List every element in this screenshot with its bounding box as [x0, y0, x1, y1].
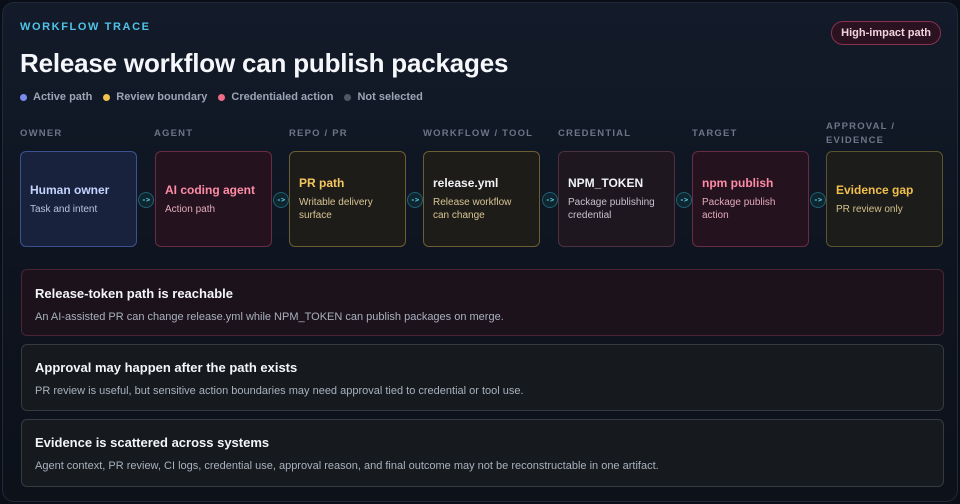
legend-item-credentialed: Credentialed action [218, 91, 333, 103]
finding-card-approval[interactable]: Approval may happen after the path exist… [21, 344, 944, 411]
legend-label: Not selected [357, 91, 423, 103]
flow-arrow-icon: -> [273, 192, 289, 208]
node-title: release.yml [433, 176, 499, 190]
legend: Active path Review boundary Credentialed… [20, 91, 423, 103]
column-header-repo-pr: REPO / PR [289, 128, 348, 139]
flow-arrow-icon: -> [810, 192, 826, 208]
finding-body: An AI-assisted PR can change release.yml… [35, 311, 504, 323]
workflow-trace-panel: WORKFLOW TRACE High-impact path Release … [2, 2, 958, 502]
column-header-credential: CREDENTIAL [558, 128, 632, 139]
node-title: PR path [299, 176, 345, 190]
node-subtitle: Package publish action [702, 197, 776, 221]
finding-card-evidence[interactable]: Evidence is scattered across systems Age… [21, 419, 944, 487]
finding-title: Evidence is scattered across systems [35, 435, 270, 450]
finding-title: Approval may happen after the path exist… [35, 360, 298, 375]
node-title: Human owner [30, 182, 110, 197]
node-title: npm publish [702, 176, 774, 190]
node-pr-path[interactable]: PR path Writable delivery surface [289, 151, 406, 247]
column-header-agent: AGENT [154, 128, 194, 139]
node-human-owner[interactable]: Human owner Task and intent [20, 151, 137, 247]
column-header-target: TARGET [692, 128, 738, 139]
node-subtitle: PR review only [836, 203, 903, 215]
node-title: AI coding agent [165, 182, 255, 197]
node-subtitle: Action path [165, 203, 216, 215]
node-subtitle: Package publishing credential [568, 197, 655, 221]
node-evidence-gap[interactable]: Evidence gap PR review only [826, 151, 943, 247]
flow-arrow-icon: -> [676, 192, 692, 208]
legend-label: Review boundary [116, 91, 208, 103]
node-title: Evidence gap [836, 182, 914, 197]
page-title: Release workflow can publish packages [20, 48, 509, 78]
node-subtitle: Writable delivery surface [299, 197, 373, 221]
column-header-owner: OWNER [20, 128, 63, 139]
node-npm-publish[interactable]: npm publish Package publish action [692, 151, 809, 247]
node-ai-coding-agent[interactable]: AI coding agent Action path [155, 151, 272, 247]
not-selected-dot-icon [344, 93, 352, 101]
node-subtitle: Task and intent [30, 203, 98, 215]
flow-arrow-icon: -> [407, 192, 423, 208]
column-header-workflow-tool: WORKFLOW / TOOL [423, 128, 534, 139]
credentialed-dot-icon [218, 93, 226, 101]
node-npm-token[interactable]: NPM_TOKEN Package publishing credential [558, 151, 675, 247]
finding-title: Release-token path is reachable [35, 286, 233, 301]
node-release-yml[interactable]: release.yml Release workflow can change [423, 151, 540, 247]
legend-item-active: Active path [20, 91, 92, 103]
active-dot-icon [20, 93, 27, 101]
section-eyebrow: WORKFLOW TRACE [20, 21, 151, 33]
flow-arrow-icon: -> [138, 192, 154, 208]
impact-badge: High-impact path [831, 21, 941, 45]
legend-label: Active path [33, 91, 93, 103]
flow-arrow-icon: -> [542, 192, 558, 208]
legend-label: Credentialed action [231, 91, 334, 103]
legend-item-not-selected: Not selected [344, 91, 423, 103]
node-title: NPM_TOKEN [568, 176, 644, 190]
node-subtitle: Release workflow can change [433, 197, 512, 221]
finding-card-release-token[interactable]: Release-token path is reachable An AI-as… [21, 269, 944, 336]
finding-body: Agent context, PR review, CI logs, crede… [35, 460, 659, 472]
review-dot-icon [103, 93, 111, 101]
finding-body: PR review is useful, but sensitive actio… [35, 385, 524, 397]
column-header-approval-evidence: APPROVAL / EVIDENCE [826, 121, 896, 146]
legend-item-review: Review boundary [103, 91, 207, 103]
